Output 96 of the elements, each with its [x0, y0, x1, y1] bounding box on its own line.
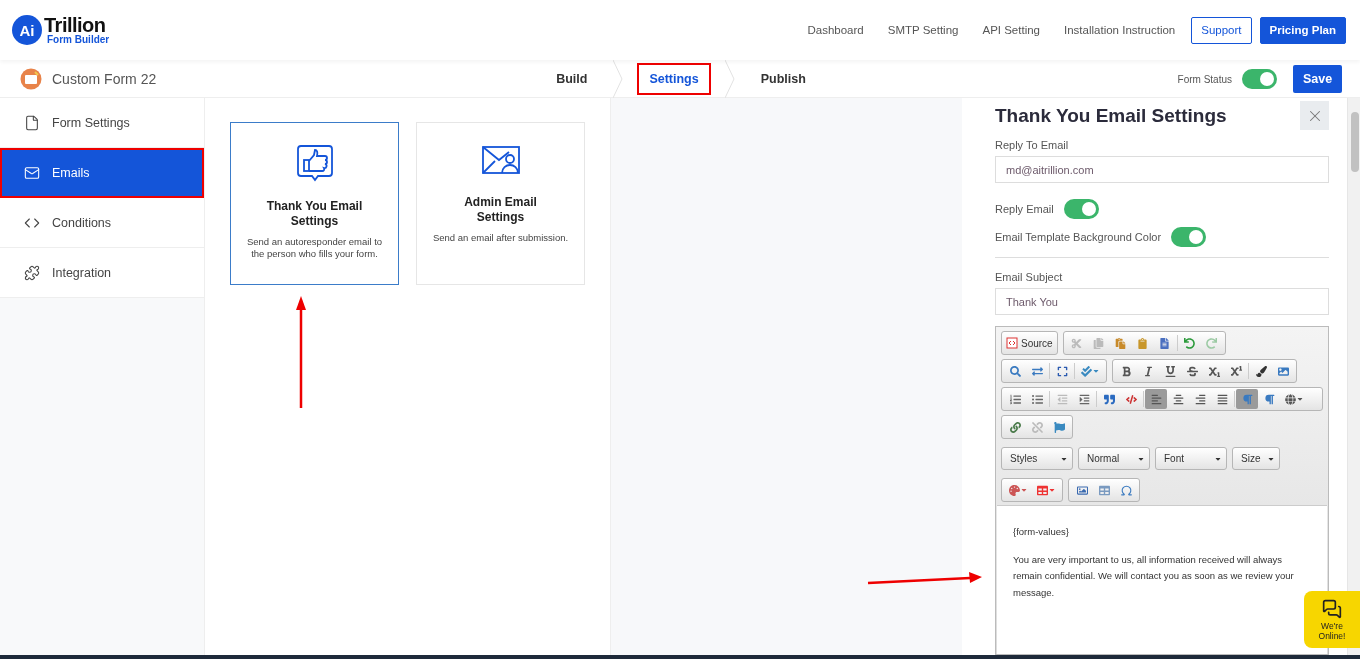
card-title: Admin Email Settings	[463, 195, 538, 225]
cut-icon	[1071, 337, 1083, 349]
nav-link[interactable]: API Setting	[982, 24, 1040, 36]
chat-bubbles-icon	[1322, 598, 1342, 619]
bulleted-list-icon	[1031, 393, 1043, 405]
nav-link[interactable]: Installation Instruction	[1064, 24, 1176, 36]
caret-icon	[1047, 486, 1056, 494]
superscript-icon	[1230, 365, 1242, 377]
omega-icon	[1119, 483, 1133, 497]
step-tab[interactable]: Build	[544, 63, 600, 95]
caret-icon	[1019, 486, 1028, 494]
align-left-button[interactable]	[1145, 389, 1167, 409]
sidebar-item[interactable]: Emails	[0, 148, 204, 198]
form-status-label: Form Status	[1177, 73, 1232, 85]
sidebar-item[interactable]: Conditions	[0, 198, 204, 248]
left-to-right-icon	[1241, 393, 1253, 405]
email-subject-field[interactable]: Thank You	[995, 288, 1329, 315]
caret-icon	[1091, 367, 1100, 375]
save-button[interactable]: Save	[1293, 65, 1342, 93]
nav-link[interactable]: SMTP Setting	[887, 24, 959, 36]
panel-title: Thank You Email Settings	[995, 104, 1227, 127]
card-description: Send an autoresponder email to the person who fills your form.	[245, 236, 384, 259]
table-menu-icon	[1036, 484, 1048, 496]
format-dropdown[interactable]: Font	[1155, 447, 1227, 470]
code-page-icon	[1006, 337, 1018, 349]
language-icon	[1284, 393, 1296, 405]
table-icon	[1098, 484, 1110, 496]
format-dropdown[interactable]: Styles	[1001, 447, 1073, 470]
logo-tagline: Form Builder	[47, 35, 110, 45]
support-button[interactable]: Support	[1191, 16, 1252, 44]
paste-word-icon	[1159, 337, 1171, 349]
email-option-card[interactable]: Admin Email Settings Send an email after submission.	[416, 122, 585, 285]
caret-icon	[1295, 395, 1304, 403]
format-painter-icon	[1255, 365, 1267, 377]
step-tab[interactable]: Settings	[637, 63, 711, 95]
mail-icon	[24, 164, 40, 181]
toggle-label: Email Template Background Color	[995, 231, 1162, 243]
link-icon	[1009, 421, 1021, 433]
indent-icon	[1078, 393, 1090, 405]
paste-icon	[1115, 337, 1127, 349]
thumbs-up-bubble-icon	[294, 143, 335, 183]
justify-icon	[1216, 393, 1228, 405]
align-center-icon	[1172, 393, 1184, 405]
sidebar-item[interactable]: Form Settings	[0, 98, 204, 148]
copy-icon	[1093, 337, 1105, 349]
align-left-icon	[1150, 393, 1162, 405]
format-dropdown[interactable]: Size	[1232, 447, 1280, 470]
spellcheck-icon	[1080, 365, 1092, 377]
strikethrough-icon	[1186, 365, 1198, 377]
underline-icon	[1164, 365, 1176, 377]
form-title: Custom Form 22	[52, 71, 157, 87]
insert-image-icon	[1076, 484, 1088, 496]
source-button[interactable]: Source	[1001, 331, 1058, 355]
undo-icon	[1184, 337, 1196, 349]
div-icon	[1125, 393, 1137, 405]
format-dropdown[interactable]: Normal	[1078, 447, 1150, 470]
sidebar-item[interactable]: Integration	[0, 248, 204, 298]
file-icon	[24, 114, 40, 131]
numbered-list-icon	[1009, 393, 1021, 405]
card-title: Thank You Email Settings	[265, 199, 364, 229]
image-icon	[1277, 365, 1289, 377]
outdent-icon	[1056, 393, 1068, 405]
form-icon	[20, 68, 42, 90]
right-to-left-icon	[1263, 393, 1275, 405]
bold-icon	[1120, 365, 1132, 377]
field-label: Email Subject	[995, 271, 1064, 283]
logo-mark: Ai	[12, 15, 42, 45]
toggle-switch[interactable]	[1063, 199, 1099, 219]
pricing-plan-button[interactable]: Pricing Plan	[1259, 16, 1346, 44]
step-tab[interactable]: Publish	[748, 63, 818, 95]
logo-name: Trillion	[44, 15, 106, 35]
unlink-icon	[1031, 421, 1043, 433]
select-all-icon	[1056, 365, 1068, 377]
reply-to-email-field[interactable]: md@aitrillion.com	[995, 156, 1329, 183]
form-status-toggle[interactable]	[1242, 69, 1277, 89]
chat-widget[interactable]: We're Online!	[1304, 591, 1360, 648]
align-right-icon	[1194, 393, 1206, 405]
close-button[interactable]	[1300, 101, 1329, 130]
paste-text-icon	[1137, 337, 1149, 349]
find-icon	[1009, 365, 1021, 377]
replace-icon	[1031, 365, 1043, 377]
text-color-icon	[1008, 484, 1020, 496]
redo-icon	[1206, 337, 1218, 349]
anchor-icon	[1053, 421, 1065, 433]
toggle-switch[interactable]	[1171, 227, 1207, 247]
nav-link[interactable]: Dashboard	[807, 24, 864, 36]
field-label: Reply To Email	[995, 139, 1070, 151]
email-option-card[interactable]: Thank You Email Settings Send an autoresponder email to the person who fills your form.	[230, 122, 399, 285]
italic-icon	[1142, 365, 1154, 377]
card-description: Send an email after submission.	[432, 232, 569, 244]
editor-paragraph: You are very important to us, all information received will always remain confidential. We will contact you as soon as we review your message.	[1013, 552, 1295, 600]
editor-paragraph: {form-values}	[1013, 525, 1070, 539]
puzzle-icon	[24, 264, 40, 281]
subscript-icon	[1208, 365, 1220, 377]
toggle-label: Reply Email	[995, 203, 1054, 215]
blockquote-icon	[1103, 393, 1115, 405]
